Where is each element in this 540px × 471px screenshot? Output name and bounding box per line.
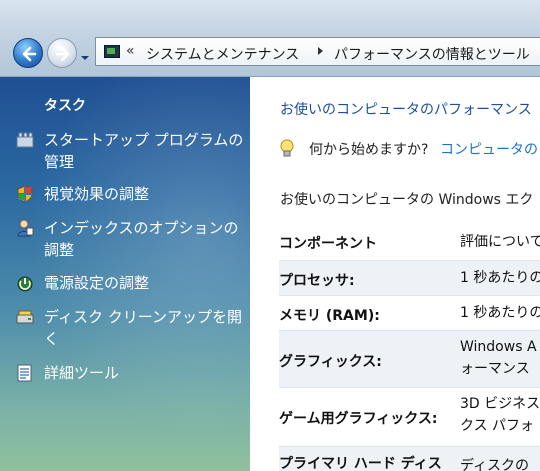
component-description-line2: クス パフォ (460, 418, 535, 434)
task-visual-effects[interactable]: 視覚効果の調整 (16, 183, 241, 205)
breadcrumb-performance-tools[interactable]: パフォーマンスの情報とツール (334, 44, 530, 64)
task-pane: タスク スタートアップ プログラムの管理 視覚効果の調整 インデックスのオプショ… (0, 77, 250, 471)
component-description-line1: 3D ビジネス (460, 396, 540, 412)
component-description-line2: ォーマンス (460, 361, 530, 377)
startup-programs-icon (16, 132, 34, 148)
forward-arrow-icon (55, 46, 70, 62)
component-name: グラフィックス: (279, 354, 382, 370)
column-header-rating: 評価について (460, 234, 540, 250)
forward-button[interactable] (47, 38, 77, 68)
breadcrumb-system-maintenance[interactable]: システムとメンテナンス (146, 44, 299, 64)
table-header: コンポーネント 評価について (279, 225, 540, 259)
component-description: 1 秒あたりの (460, 270, 540, 286)
breadcrumb-separator-icon[interactable] (318, 47, 323, 55)
component-name: メモリ (RAM): (279, 308, 380, 324)
breadcrumb-overflow-icon[interactable]: « (126, 43, 135, 59)
task-indexing-options[interactable]: インデックスのオプションの調整 (16, 217, 241, 261)
table-row: メモリ (RAM): 1 秒あたりの (279, 295, 540, 330)
component-name: プロセッサ: (279, 273, 355, 289)
indexing-icon (17, 219, 34, 237)
component-description: ディスクの (460, 458, 530, 471)
task-label: 電源設定の調整 (44, 274, 150, 292)
component-name: ゲーム用グラフィックス: (279, 411, 438, 427)
address-bar[interactable]: « システムとメンテナンス パフォーマンスの情報とツール (95, 37, 540, 66)
table-row: プロセッサ: 1 秒あたりの (279, 260, 540, 295)
task-advanced-tools[interactable]: 詳細ツール (16, 362, 241, 384)
task-label: 詳細ツール (44, 364, 120, 382)
task-disk-cleanup[interactable]: ディスク クリーンアップを開く (16, 306, 242, 350)
component-name: プライマリ ハード ディス (279, 456, 442, 471)
control-panel-icon (104, 45, 120, 58)
disk-cleanup-icon (16, 310, 34, 324)
table-row: プライマリ ハード ディス ディスクの (279, 446, 540, 471)
task-power-settings[interactable]: 電源設定の調整 (16, 272, 241, 294)
lightbulb-icon (280, 139, 294, 157)
task-startup-programs[interactable]: スタートアップ プログラムの管理 (16, 129, 244, 173)
main-content: お使いのコンピュータのパフォーマンス 何から始めますか? コンピュータの お使い… (251, 77, 540, 471)
task-label: スタートアップ プログラムの管理 (44, 131, 244, 171)
tip-text: 何から始めますか? (309, 142, 429, 158)
task-label: ディスク クリーンアップを開く (44, 308, 242, 348)
advanced-tools-icon (17, 364, 32, 382)
tip-link[interactable]: コンピュータの (440, 139, 538, 159)
component-description-line1: Windows A (460, 339, 537, 355)
intro-text: お使いのコンピュータの Windows エク (280, 192, 534, 208)
shield-icon (17, 185, 33, 203)
table-row: ゲーム用グラフィックス: 3D ビジネス クス パフォ (279, 387, 540, 446)
back-arrow-icon (22, 46, 37, 62)
task-label: 視覚効果の調整 (44, 185, 150, 203)
chevron-down-icon (81, 56, 89, 60)
navigation-bar: « システムとメンテナンス パフォーマンスの情報とツール (0, 0, 540, 77)
table-row: グラフィックス: Windows A ォーマンス (279, 330, 540, 387)
power-icon (17, 276, 33, 292)
column-header-component: コンポーネント (279, 236, 377, 252)
recent-pages-dropdown[interactable] (80, 48, 90, 60)
task-label: インデックスのオプションの調整 (44, 219, 239, 259)
back-button[interactable] (13, 38, 43, 68)
component-description: 1 秒あたりの (460, 305, 540, 321)
task-pane-title: タスク (44, 98, 86, 114)
page-title[interactable]: お使いのコンピュータのパフォーマンス (280, 99, 532, 119)
